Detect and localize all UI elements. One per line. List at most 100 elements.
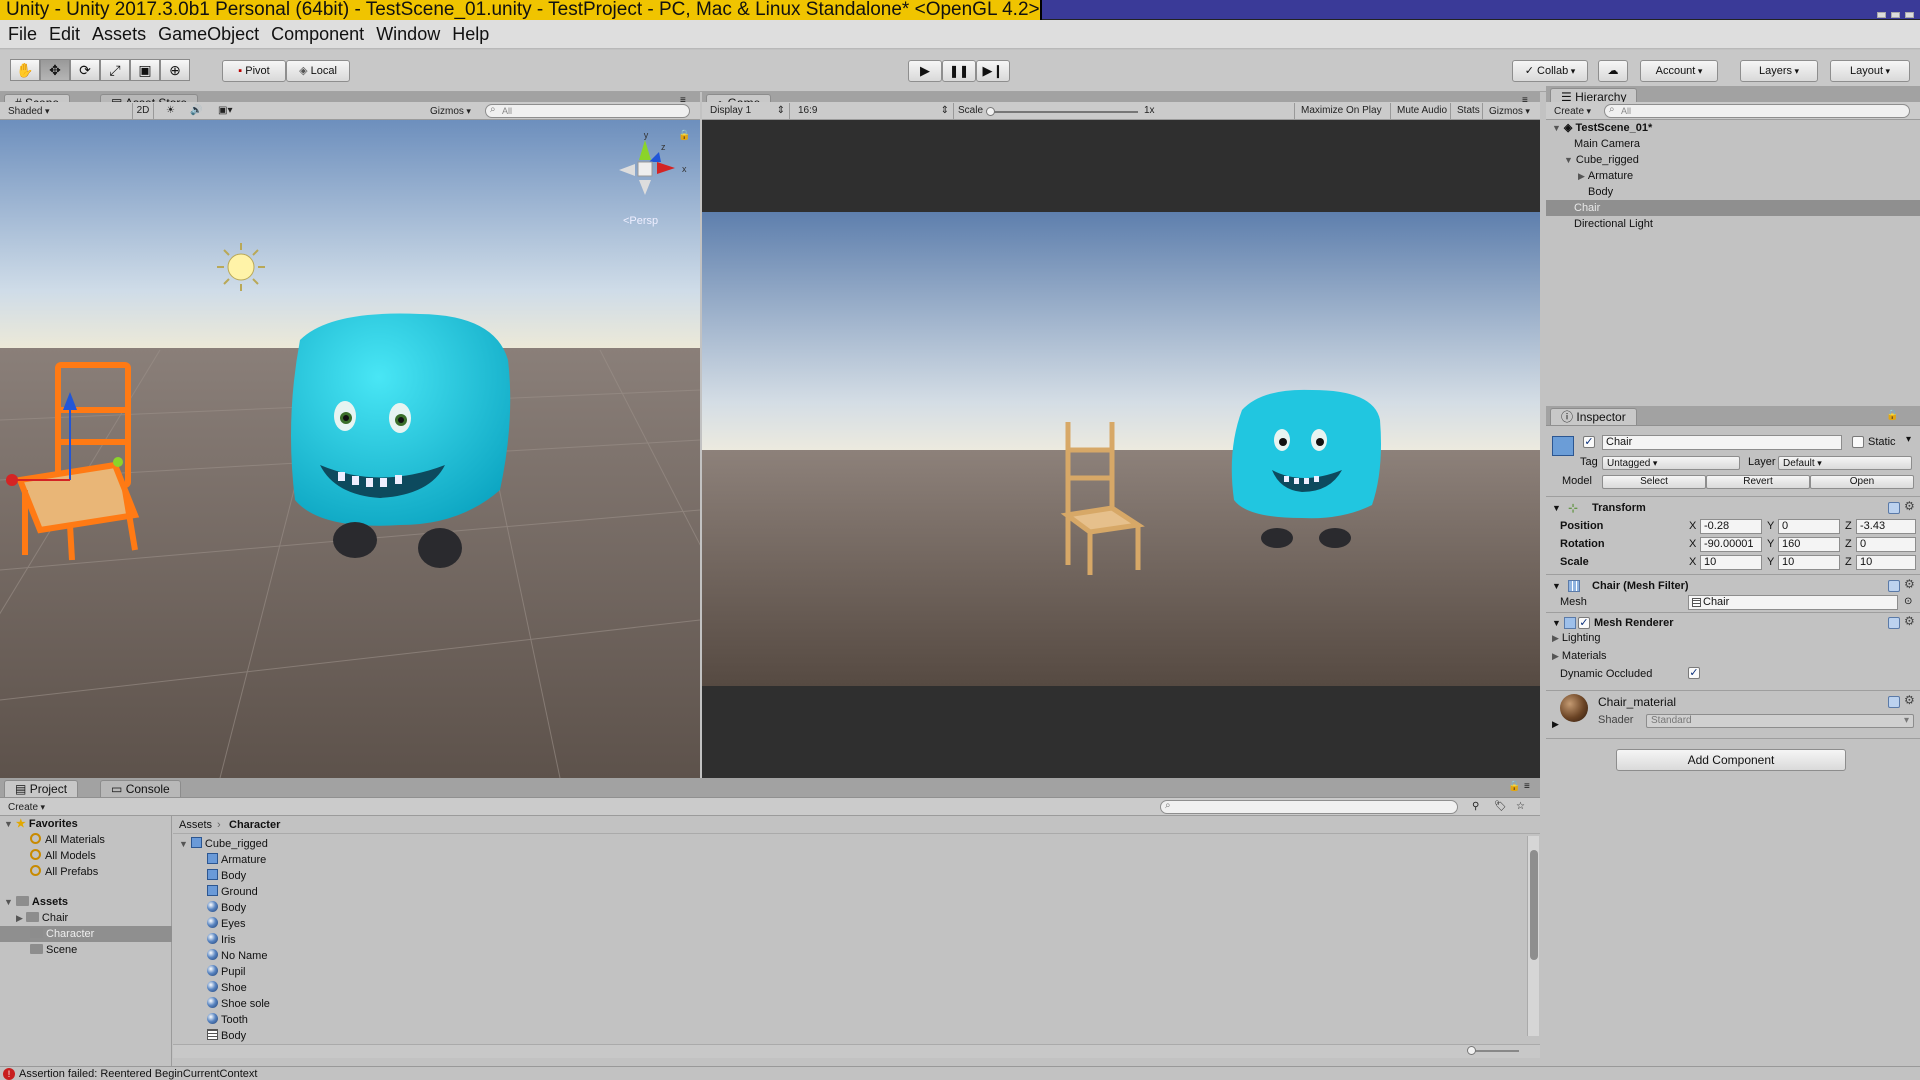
file-ground[interactable]: Ground xyxy=(207,884,258,900)
rotation-x-field[interactable]: -90.00001 xyxy=(1700,537,1762,552)
toggle-2d-button[interactable]: 2D xyxy=(132,103,154,119)
material-gear-icon[interactable]: ⚙ xyxy=(1904,693,1915,707)
transform-tool-icon[interactable]: ⊕ xyxy=(160,59,190,81)
menu-assets[interactable]: Assets xyxy=(92,24,146,45)
search-by-type-icon[interactable]: ⚲ xyxy=(1472,799,1479,815)
assets-root[interactable]: ▼ Assets xyxy=(4,894,68,910)
folder-character[interactable]: Character xyxy=(0,926,172,942)
project-search-input[interactable] xyxy=(1160,800,1458,814)
object-name-field[interactable]: Chair xyxy=(1602,435,1842,450)
add-component-button[interactable]: Add Component xyxy=(1616,749,1846,771)
model-revert-button[interactable]: Revert xyxy=(1706,475,1810,489)
project-lock-icon[interactable]: 🔒 xyxy=(1508,781,1520,792)
maximize-button[interactable] xyxy=(1891,12,1900,18)
hierarchy-item-directional-light[interactable]: Directional Light xyxy=(1574,216,1653,232)
game-viewport[interactable] xyxy=(702,120,1540,778)
mesh-filter-help-icon[interactable] xyxy=(1888,580,1900,592)
save-search-star-icon[interactable]: ☆ xyxy=(1516,799,1525,815)
layout-dropdown[interactable]: Layout xyxy=(1830,60,1910,82)
hierarchy-item-chair[interactable]: Chair xyxy=(1546,200,1920,216)
search-by-label-icon[interactable]: 🏷 xyxy=(1494,799,1507,815)
lock-icon[interactable]: 🔒 xyxy=(678,129,690,141)
hierarchy-scene-root[interactable]: ▼ ◈ TestScene_01* xyxy=(1552,120,1652,136)
file-iris[interactable]: Iris xyxy=(207,932,236,948)
mute-audio-toggle[interactable]: Mute Audio xyxy=(1390,103,1447,119)
tag-dropdown[interactable]: Untagged xyxy=(1602,456,1740,470)
scene-viewport[interactable]: y x z <Persp 🔒 xyxy=(0,120,700,778)
scene-search-input[interactable]: All xyxy=(485,104,690,118)
file-no-name[interactable]: No Name xyxy=(207,948,267,964)
breadcrumb-assets[interactable]: Assets xyxy=(179,817,212,833)
menu-gameobject[interactable]: GameObject xyxy=(158,24,259,45)
layer-dropdown[interactable]: Default xyxy=(1778,456,1912,470)
scale-slider-track[interactable] xyxy=(988,111,1138,113)
rotation-y-field[interactable]: 160 xyxy=(1778,537,1840,552)
hierarchy-item-main-camera[interactable]: Main Camera xyxy=(1574,136,1640,152)
pivot-toggle[interactable]: ▪ Pivot xyxy=(222,60,286,82)
model-open-button[interactable]: Open xyxy=(1810,475,1914,489)
transform-fold-icon[interactable]: ▼ xyxy=(1552,500,1561,516)
file-eyes[interactable]: Eyes xyxy=(207,916,245,932)
mesh-renderer-help-icon[interactable] xyxy=(1888,617,1900,629)
aspect-dropdown[interactable]: 16:9 ⇕ xyxy=(798,103,954,119)
mesh-field[interactable]: Chair xyxy=(1688,595,1898,610)
minimize-button[interactable] xyxy=(1877,12,1886,18)
rotation-z-field[interactable]: 0 xyxy=(1856,537,1916,552)
menu-file[interactable]: File xyxy=(8,24,37,45)
game-gizmos-dropdown[interactable]: Gizmos xyxy=(1482,103,1530,119)
material-help-icon[interactable] xyxy=(1888,696,1900,708)
audio-toggle-icon[interactable]: 🔊 xyxy=(190,103,202,119)
scrollbar-thumb[interactable] xyxy=(1530,850,1538,960)
file-shoe-sole[interactable]: Shoe sole xyxy=(207,996,270,1012)
menu-component[interactable]: Component xyxy=(271,24,364,45)
account-dropdown[interactable]: Account xyxy=(1640,60,1718,82)
pause-button[interactable]: ❚❚ xyxy=(942,60,976,82)
file-pupil[interactable]: Pupil xyxy=(207,964,245,980)
close-button[interactable] xyxy=(1905,12,1914,18)
project-panel-menu-icon[interactable]: ≡ xyxy=(1524,781,1530,792)
folder-scene[interactable]: Scene xyxy=(30,942,77,958)
menu-edit[interactable]: Edit xyxy=(49,24,80,45)
mesh-renderer-gear-icon[interactable]: ⚙ xyxy=(1904,614,1915,628)
shader-dropdown[interactable]: Standard ▾ xyxy=(1646,714,1914,728)
play-button[interactable]: ▶ xyxy=(908,60,942,82)
position-x-field[interactable]: -0.28 xyxy=(1700,519,1762,534)
menu-window[interactable]: Window xyxy=(376,24,440,45)
position-z-field[interactable]: -3.43 xyxy=(1856,519,1916,534)
material-fold-icon[interactable]: ▶ xyxy=(1552,716,1559,732)
fav-all-materials[interactable]: All Materials xyxy=(30,832,105,848)
materials-foldout[interactable]: ▶ Materials xyxy=(1552,648,1607,664)
dynamic-occluded-checkbox[interactable]: ✓ xyxy=(1688,667,1700,679)
folder-chair[interactable]: ▶ Chair xyxy=(16,910,68,926)
collab-dropdown[interactable]: ✓ Collab xyxy=(1512,60,1588,82)
tab-console[interactable]: ▭ Console xyxy=(100,780,181,797)
menu-help[interactable]: Help xyxy=(452,24,489,45)
transform-gear-icon[interactable]: ⚙ xyxy=(1904,499,1915,513)
position-y-field[interactable]: 0 xyxy=(1778,519,1840,534)
mesh-renderer-enabled-checkbox[interactable]: ✓ xyxy=(1578,617,1590,629)
status-bar[interactable]: ! Assertion failed: Reentered BeginCurre… xyxy=(0,1066,1920,1080)
effects-toggle-icon[interactable]: ▣▾ xyxy=(218,103,232,119)
static-dropdown-icon[interactable]: ▾ xyxy=(1906,434,1911,445)
hierarchy-create-dropdown[interactable]: Create xyxy=(1554,103,1591,119)
active-checkbox[interactable]: ✓ xyxy=(1583,436,1595,448)
file-body-grid[interactable]: Body xyxy=(207,1028,246,1044)
mesh-renderer-fold-icon[interactable]: ▼ xyxy=(1552,615,1561,631)
tab-inspector[interactable]: ⓘ Inspector xyxy=(1550,408,1637,425)
mesh-filter-gear-icon[interactable]: ⚙ xyxy=(1904,577,1915,591)
scale-z-field[interactable]: 10 xyxy=(1856,555,1916,570)
file-armature[interactable]: Armature xyxy=(207,852,266,868)
cloud-services-button[interactable]: ☁ xyxy=(1598,60,1628,82)
move-tool-icon[interactable]: ✥ xyxy=(40,59,70,81)
hand-tool-icon[interactable]: ✋ xyxy=(10,59,40,81)
file-tooth[interactable]: Tooth xyxy=(207,1012,248,1028)
fav-all-prefabs[interactable]: All Prefabs xyxy=(30,864,98,880)
fav-all-models[interactable]: All Models xyxy=(30,848,96,864)
transform-help-icon[interactable] xyxy=(1888,502,1900,514)
local-toggle[interactable]: ◈ Local xyxy=(286,60,350,82)
inspector-lock-icon[interactable]: 🔒 xyxy=(1886,410,1898,421)
hierarchy-item-cube-rigged[interactable]: ▼ Cube_rigged xyxy=(1564,152,1639,168)
file-cube-rigged[interactable]: ▼ Cube_rigged xyxy=(179,836,268,852)
breadcrumb-character[interactable]: Character xyxy=(229,817,280,833)
hierarchy-item-armature[interactable]: ▶ Armature xyxy=(1578,168,1633,184)
